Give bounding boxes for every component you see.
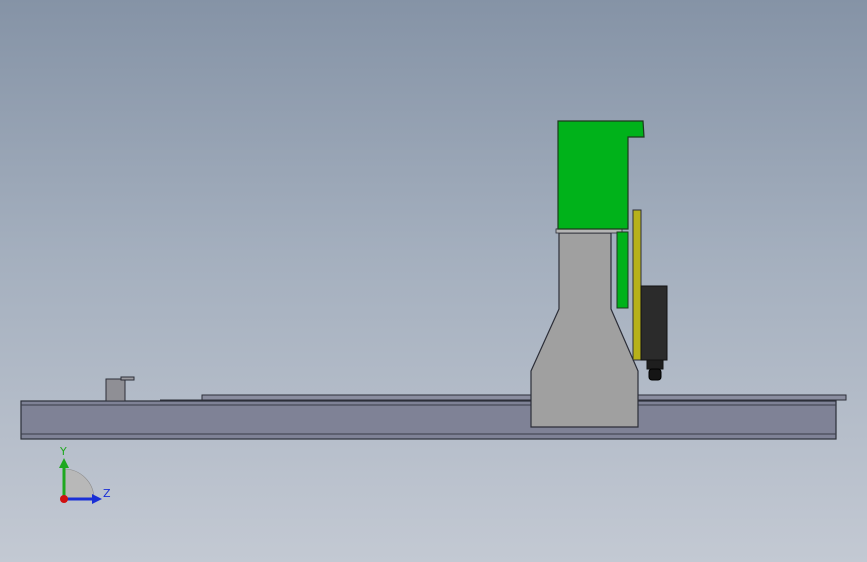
motor-shaft-tip (648, 368, 662, 381)
z-axis-arrow (92, 494, 102, 504)
motor-body[interactable] (640, 285, 668, 361)
end-stop-lip (120, 376, 135, 381)
end-stop-block[interactable] (105, 378, 126, 402)
head-guide-strip[interactable] (616, 231, 629, 309)
base-beam[interactable] (20, 400, 837, 440)
y-axis-arrow (59, 458, 69, 468)
y-axis-label: Y (59, 445, 67, 458)
cad-viewport[interactable]: Y Z (0, 0, 867, 562)
top-guide-rail[interactable] (201, 394, 847, 401)
triad-plane-quadrant (63, 468, 95, 500)
view-orientation-triad[interactable]: Y Z (59, 445, 111, 504)
motor-collar (646, 359, 664, 370)
head-block[interactable] (557, 120, 645, 230)
triad-origin (60, 495, 68, 503)
z-axis-label: Z (103, 487, 111, 500)
mounting-plate[interactable] (632, 209, 642, 361)
